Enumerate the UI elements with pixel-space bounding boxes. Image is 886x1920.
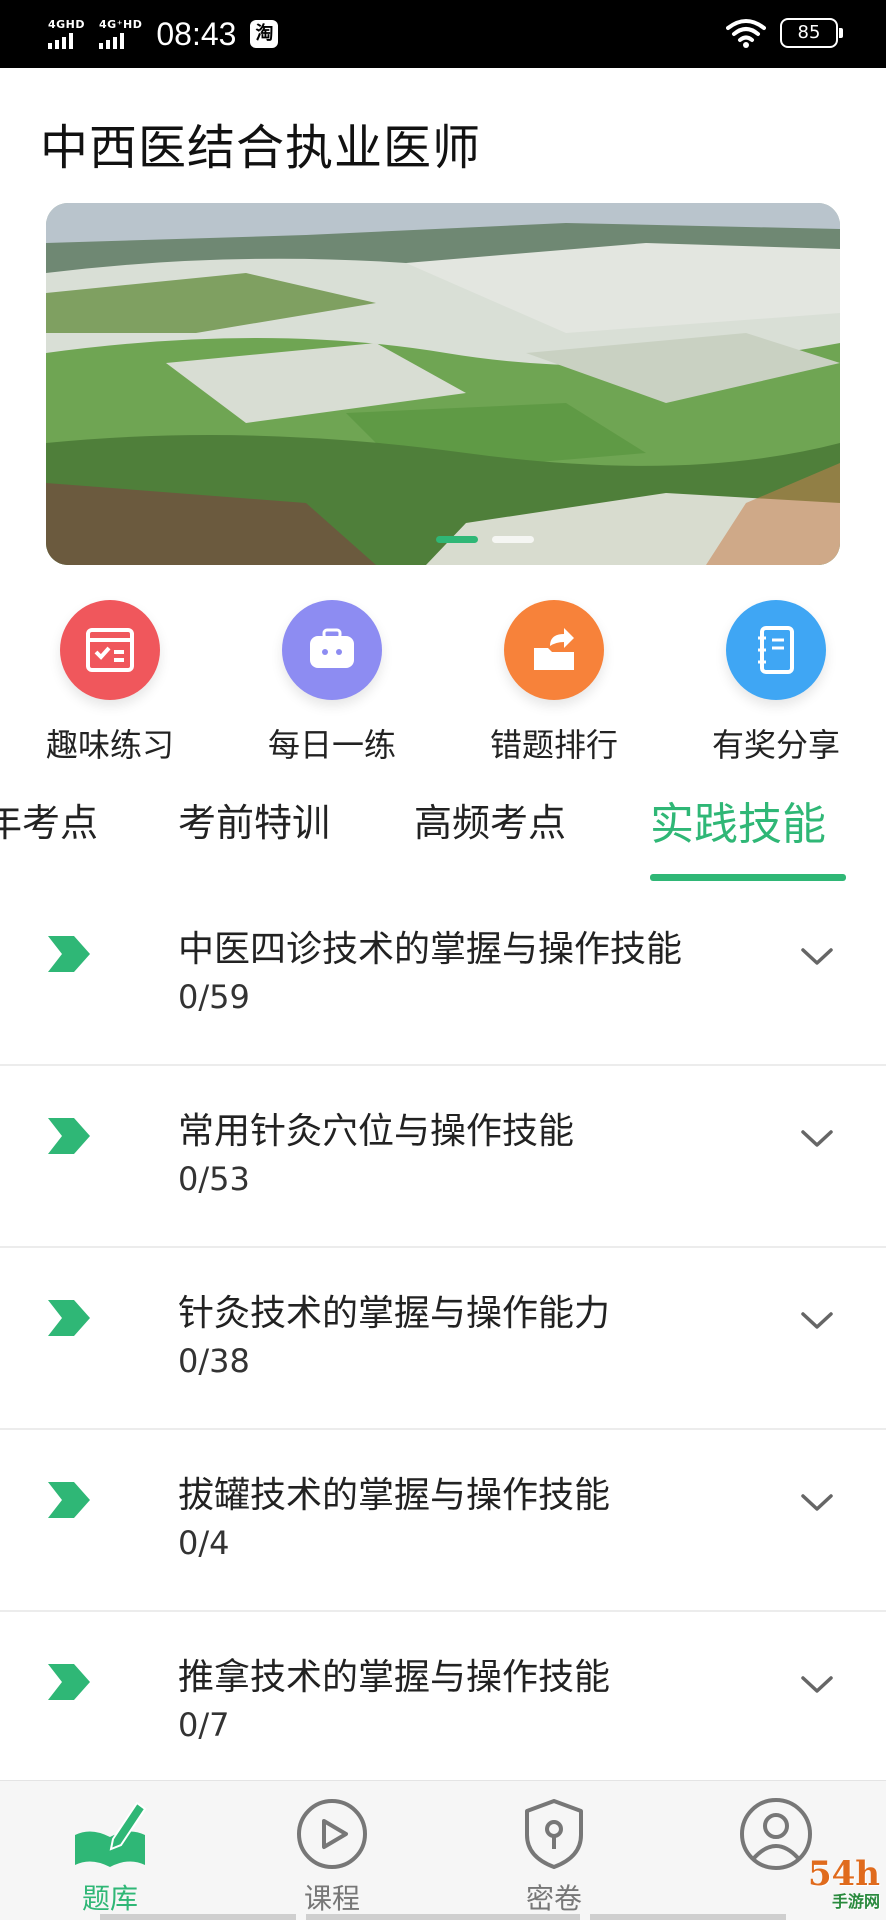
category-tabs: 年考点 考前特训 高频考点 实践技能: [0, 778, 886, 882]
network-type-2: 4G⁺HD: [99, 18, 143, 31]
tab-practical-skills[interactable]: 实践技能: [650, 788, 826, 852]
nav-secret-papers[interactable]: 密卷: [484, 1795, 624, 1917]
green-arrow-icon: [48, 1300, 90, 1336]
nav-label: 题库: [81, 1882, 138, 1915]
quick-action-label: 趣味练习: [45, 726, 174, 764]
chapter-progress: 0/59: [178, 978, 250, 1016]
quick-action-label: 有奖分享: [711, 726, 840, 764]
chapter-progress: 0/53: [178, 1160, 250, 1198]
signal-2: 4G⁺HD: [99, 19, 142, 49]
signal-bars-icon: [48, 33, 73, 49]
chapter-title: 拔罐技术的掌握与操作技能: [178, 1475, 611, 1516]
chapter-progress: 0/4: [178, 1524, 230, 1562]
chapter-title: 针灸技术的掌握与操作能力: [178, 1293, 611, 1334]
briefcase-icon: [282, 600, 382, 700]
banner-image: [46, 203, 840, 565]
quick-action-daily[interactable]: 每日一练: [232, 600, 432, 766]
green-arrow-icon: [48, 1118, 90, 1154]
chapter-title: 推拿技术的掌握与操作技能: [178, 1657, 611, 1698]
status-right: 85: [726, 18, 843, 48]
quick-action-reward-share[interactable]: 有奖分享: [676, 600, 876, 766]
taobao-notification-icon: 淘: [250, 20, 279, 48]
chapter-progress: 0/38: [178, 1342, 250, 1380]
active-tab-indicator: [650, 874, 846, 881]
chevron-down-icon[interactable]: [800, 1310, 834, 1332]
notebook-icon: [726, 600, 826, 700]
nav-courses[interactable]: 课程: [262, 1795, 402, 1917]
nav-divider: [306, 1914, 580, 1920]
question-bank-icon: [71, 1795, 149, 1873]
signal-1: 4GHD: [48, 19, 85, 49]
chevron-down-icon[interactable]: [800, 1492, 834, 1514]
bottom-navigation: 题库 课程 密卷 54h 手游网: [0, 1780, 886, 1920]
wifi-icon: [726, 19, 766, 48]
list-item[interactable]: 中医四诊技术的掌握与操作技能 0/59: [0, 884, 886, 1066]
profile-icon: [737, 1795, 815, 1873]
green-arrow-icon: [48, 936, 90, 972]
nav-divider: [100, 1914, 296, 1920]
signal-bars-icon: [99, 33, 125, 49]
nav-label: 课程: [303, 1882, 360, 1915]
play-circle-icon: [293, 1795, 371, 1873]
chapter-title: 常用针灸穴位与操作技能: [178, 1111, 575, 1152]
share-folder-icon: [504, 600, 604, 700]
watermark-logo: 54h 手游网: [808, 1854, 880, 1912]
network-type-1: 4GHD: [48, 18, 86, 31]
chapter-progress: 0/7: [178, 1706, 230, 1744]
nav-question-bank[interactable]: 题库: [40, 1795, 180, 1917]
tab-annual-points[interactable]: 年考点: [0, 792, 98, 847]
list-item[interactable]: 推拿技术的掌握与操作技能 0/7: [0, 1612, 886, 1794]
tab-pre-exam-training[interactable]: 考前特训: [178, 792, 330, 847]
nav-label: 密卷: [525, 1882, 582, 1915]
quick-actions: 趣味练习 每日一练 错题排行 有奖分享: [0, 600, 886, 770]
quick-action-label: 每日一练: [267, 726, 396, 764]
chevron-down-icon[interactable]: [800, 946, 834, 968]
quick-action-wrong-ranking[interactable]: 错题排行: [454, 600, 654, 766]
nav-divider: [590, 1914, 786, 1920]
chapter-title: 中医四诊技术的掌握与操作技能: [178, 929, 683, 970]
carousel-dot-active[interactable]: [436, 536, 478, 543]
chevron-down-icon[interactable]: [800, 1674, 834, 1696]
green-arrow-icon: [48, 1664, 90, 1700]
chevron-down-icon[interactable]: [800, 1128, 834, 1150]
chapter-list: 中医四诊技术的掌握与操作技能 0/59 常用针灸穴位与操作技能 0/53 针灸技…: [0, 884, 886, 1794]
page-title: 中西医结合执业医师: [40, 120, 482, 176]
banner-carousel[interactable]: [46, 203, 840, 565]
list-item[interactable]: 常用针灸穴位与操作技能 0/53: [0, 1066, 886, 1248]
practice-form-icon: [60, 600, 160, 700]
quick-action-label: 错题排行: [489, 726, 618, 764]
status-left: 4GHD 4G⁺HD 08:43 淘: [48, 14, 279, 54]
status-bar: 4GHD 4G⁺HD 08:43 淘 85: [0, 0, 886, 68]
green-arrow-icon: [48, 1482, 90, 1518]
lock-shield-icon: [515, 1795, 593, 1873]
list-item[interactable]: 针灸技术的掌握与操作能力 0/38: [0, 1248, 886, 1430]
status-time: 08:43: [156, 16, 237, 52]
carousel-indicator: [436, 536, 534, 543]
list-item[interactable]: 拔罐技术的掌握与操作技能 0/4: [0, 1430, 886, 1612]
carousel-dot[interactable]: [492, 536, 534, 543]
battery-indicator: 85: [780, 18, 843, 48]
tab-high-frequency[interactable]: 高频考点: [414, 792, 566, 847]
quick-action-fun-practice[interactable]: 趣味练习: [10, 600, 210, 766]
